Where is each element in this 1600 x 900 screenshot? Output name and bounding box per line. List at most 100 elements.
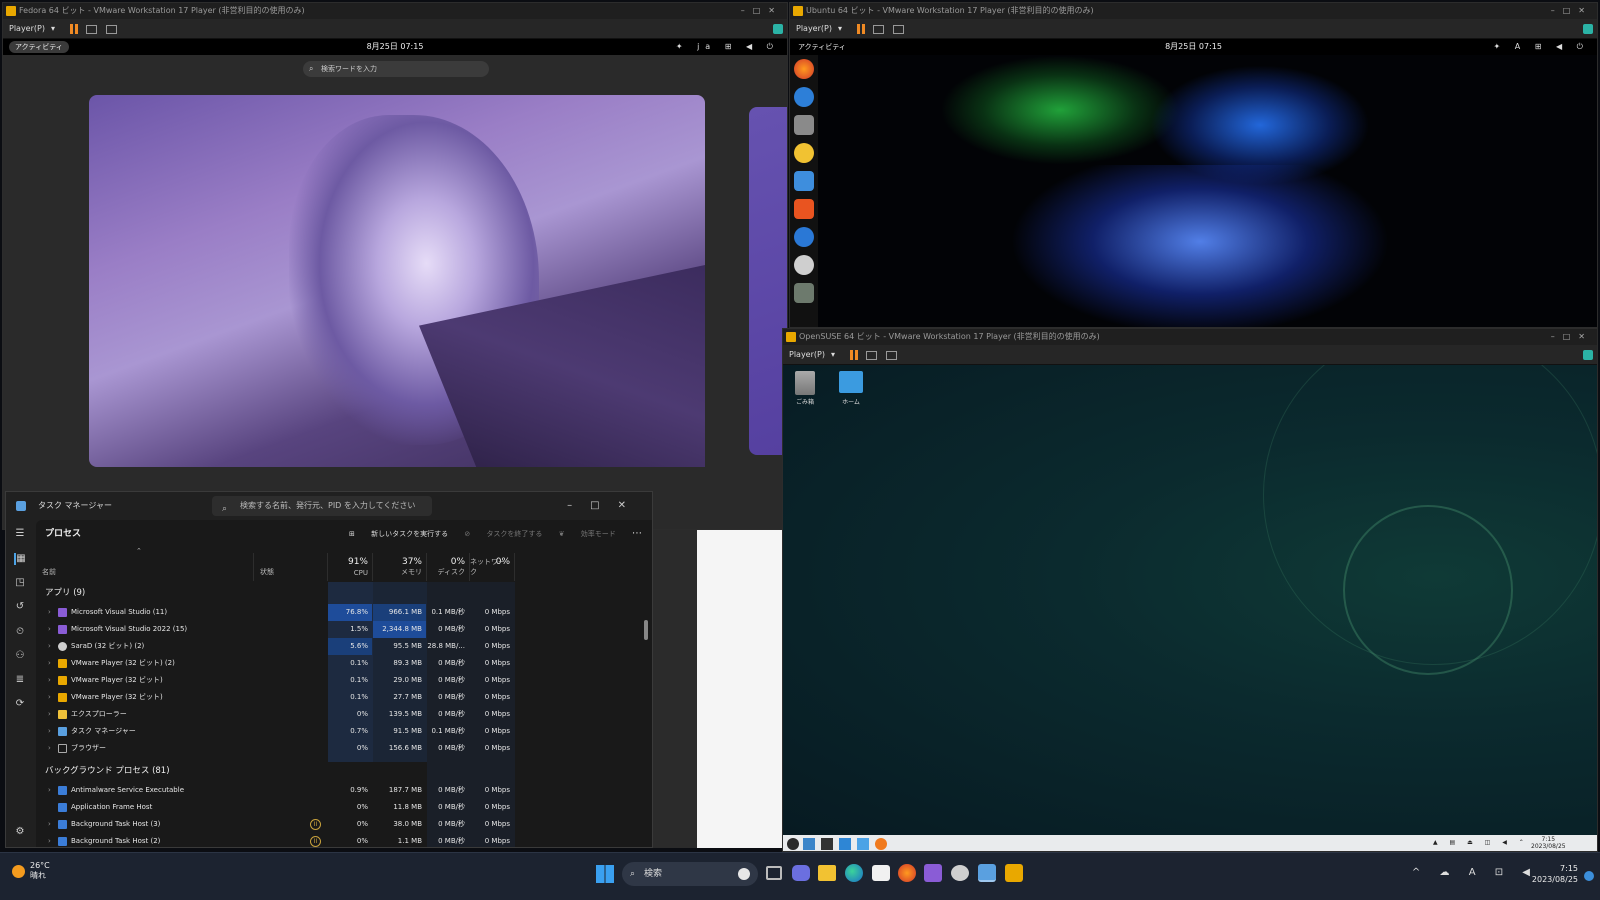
performance-nav-icon[interactable]: ◳ bbox=[14, 577, 26, 589]
taskbar-search-box[interactable]: ⌕ 検索 bbox=[622, 862, 758, 886]
ubuntu-vm-window[interactable]: Ubuntu 64 ビット - VMware Workstation 17 Pl… bbox=[789, 2, 1598, 328]
expand-chevron-icon[interactable]: › bbox=[48, 833, 51, 847]
process-row[interactable]: › SaraD (32 ビット) (2) 5.6% 95.5 MB 28.8 M… bbox=[36, 638, 640, 655]
window-controls[interactable]: –□✕ bbox=[567, 492, 644, 520]
opensuse-vm-window[interactable]: OpenSUSE 64 ビット - VMware Workstation 17 … bbox=[782, 328, 1598, 852]
pause-icon[interactable] bbox=[69, 24, 78, 34]
send-ctrl-alt-del-icon[interactable] bbox=[873, 24, 885, 34]
dolphin-icon[interactable] bbox=[857, 838, 869, 850]
fedora-lang[interactable]: ja bbox=[697, 42, 716, 51]
details-nav-icon[interactable]: ≣ bbox=[14, 674, 26, 686]
activities-button[interactable]: アクティビティ bbox=[9, 41, 69, 53]
unity-icon[interactable] bbox=[773, 24, 783, 34]
visual-studio-icon[interactable] bbox=[924, 864, 942, 882]
task-manager-title-bar[interactable]: タスク マネージャー ⌕ 検索する名前、発行元、PID を入力してください –□… bbox=[6, 492, 652, 520]
window-controls[interactable]: –□✕ bbox=[741, 3, 783, 19]
network-icon[interactable]: ⊡ bbox=[1495, 867, 1511, 878]
kde-launcher-icon[interactable] bbox=[787, 838, 799, 850]
settings-gear-icon[interactable]: ⚙ bbox=[14, 826, 26, 838]
opensuse-title-bar[interactable]: OpenSUSE 64 ビット - VMware Workstation 17 … bbox=[783, 329, 1597, 345]
efficiency-mode-button[interactable]: ❦ 効率モード bbox=[559, 530, 616, 538]
process-row[interactable]: › VMware Player (32 ビット) (2) 0.1% 89.3 M… bbox=[36, 655, 640, 672]
app-center-icon[interactable] bbox=[794, 199, 814, 219]
chevron-down-icon[interactable]: ▾ bbox=[51, 19, 55, 39]
chevron-down-icon[interactable]: ▾ bbox=[838, 19, 842, 39]
send-ctrl-alt-del-icon[interactable] bbox=[866, 350, 878, 360]
task-view-icon[interactable] bbox=[766, 866, 782, 880]
desktop-pager-icon[interactable] bbox=[803, 838, 815, 850]
window-controls[interactable]: –□✕ bbox=[1551, 329, 1593, 345]
process-row[interactable]: › VMware Player (32 ビット) 0.1% 27.7 MB 0 … bbox=[36, 689, 640, 706]
services-nav-icon[interactable]: ⟳ bbox=[14, 698, 26, 710]
expand-chevron-icon[interactable]: › bbox=[48, 621, 51, 638]
firefox-icon[interactable] bbox=[898, 864, 916, 882]
process-row[interactable]: › エクスプローラー 0% 139.5 MB 0 MB/秒 0 Mbps bbox=[36, 706, 640, 723]
fedora-clock[interactable]: 8月25日 07:15 bbox=[367, 39, 424, 55]
expand-chevron-icon[interactable]: › bbox=[48, 740, 51, 757]
disc-icon[interactable] bbox=[794, 255, 814, 275]
fullscreen-icon[interactable] bbox=[892, 24, 904, 34]
activities-button[interactable]: アクティビティ bbox=[798, 39, 846, 55]
startup-apps-nav-icon[interactable]: ⏲ bbox=[14, 626, 26, 638]
window-controls[interactable]: –□✕ bbox=[1551, 3, 1593, 19]
process-row[interactable]: › ブラウザー 0% 156.6 MB 0 MB/秒 0 Mbps bbox=[36, 740, 640, 757]
writer-icon[interactable] bbox=[794, 171, 814, 191]
run-new-task-button[interactable]: ⊞ 新しいタスクを実行する bbox=[349, 530, 448, 538]
weather-widget[interactable]: 26°C 晴れ bbox=[12, 861, 50, 881]
processes-nav-icon[interactable]: ▦ bbox=[14, 553, 26, 565]
chevron-down-icon[interactable]: ▾ bbox=[831, 345, 835, 365]
sarad-icon[interactable] bbox=[951, 865, 969, 881]
name-column-header[interactable]: ⌃ 名前 bbox=[36, 547, 254, 581]
ime-indicator[interactable]: A bbox=[1469, 867, 1484, 878]
player-menu[interactable]: Player(P) bbox=[796, 19, 832, 39]
expand-chevron-icon[interactable]: › bbox=[48, 782, 51, 799]
expand-chevron-icon[interactable]: › bbox=[48, 604, 51, 621]
overview-search-input[interactable]: ⌕ 検索ワードを入力 bbox=[303, 61, 489, 77]
cpu-column-header[interactable]: 91% CPU bbox=[328, 553, 373, 581]
expand-chevron-icon[interactable]: › bbox=[48, 672, 51, 689]
file-explorer-icon[interactable] bbox=[818, 865, 836, 881]
workspace-thumbnail-main[interactable] bbox=[89, 95, 705, 467]
pause-icon[interactable] bbox=[856, 24, 865, 34]
task-manager-window[interactable]: タスク マネージャー ⌕ 検索する名前、発行元、PID を入力してください –□… bbox=[5, 491, 653, 848]
ubuntu-clock[interactable]: 8月25日 07:15 bbox=[1165, 39, 1222, 55]
pause-icon[interactable] bbox=[849, 350, 858, 360]
expand-chevron-icon[interactable]: › bbox=[48, 638, 51, 655]
process-row[interactable]: › Background Task Host (3) II 0% 38.0 MB… bbox=[36, 816, 640, 833]
discover-icon[interactable] bbox=[839, 838, 851, 850]
home-folder-icon[interactable] bbox=[839, 371, 863, 393]
start-windows-icon[interactable] bbox=[596, 865, 614, 883]
player-menu[interactable]: Player(P) bbox=[9, 19, 45, 39]
vmware-icon[interactable] bbox=[1005, 864, 1023, 882]
expand-chevron-icon[interactable]: › bbox=[48, 689, 51, 706]
network-column-header[interactable]: 0% ネットワーク bbox=[470, 553, 515, 581]
task-manager-icon[interactable] bbox=[978, 864, 996, 882]
ubuntu-lang[interactable]: A bbox=[1515, 42, 1526, 51]
process-search-input[interactable]: ⌕ 検索する名前、発行元、PID を入力してください bbox=[212, 496, 432, 516]
files-icon[interactable] bbox=[794, 115, 814, 135]
teams-chat-icon[interactable] bbox=[792, 865, 810, 881]
ms-store-icon[interactable] bbox=[872, 865, 890, 881]
process-row[interactable]: › Microsoft Visual Studio (11) 76.8% 966… bbox=[36, 604, 640, 621]
process-row[interactable]: › タスク マネージャー 0.7% 91.5 MB 0.1 MB/秒 0 Mbp… bbox=[36, 723, 640, 740]
trash-icon[interactable] bbox=[794, 283, 814, 303]
terminal-icon[interactable] bbox=[821, 838, 833, 850]
process-row[interactable]: › Antimalware Service Executable 0.9% 18… bbox=[36, 782, 640, 799]
thunderbird-icon[interactable] bbox=[794, 87, 814, 107]
app-history-nav-icon[interactable]: ↺ bbox=[14, 601, 26, 613]
fedora-system-tray[interactable]: ✦ ja ⊞ ◀ ⏻ bbox=[676, 39, 779, 55]
notification-badge-icon[interactable] bbox=[1584, 871, 1594, 881]
onedrive-icon[interactable]: ☁ bbox=[1440, 867, 1458, 878]
expand-chevron-icon[interactable]: › bbox=[48, 723, 51, 740]
process-row[interactable]: Application Frame Host 0% 11.8 MB 0 MB/秒… bbox=[36, 799, 640, 816]
unity-icon[interactable] bbox=[1583, 24, 1593, 34]
disk-column-header[interactable]: 0% ディスク bbox=[427, 553, 470, 581]
opensuse-clock[interactable]: 7:15 2023/08/25 bbox=[1531, 836, 1566, 850]
fedora-title-bar[interactable]: Fedora 64 ビット - VMware Workstation 17 Pl… bbox=[3, 3, 787, 19]
opensuse-tray[interactable]: ▲ ▤ ⏏ ◫ ◀ ⌃ bbox=[1433, 839, 1529, 846]
taskbar-clock[interactable]: 7:15 2023/08/25 bbox=[1532, 863, 1578, 885]
system-tray[interactable]: ^ ☁ A ⊡ ◀ bbox=[1412, 867, 1538, 878]
users-nav-icon[interactable]: ⚇ bbox=[14, 650, 26, 662]
memory-column-header[interactable]: 37% メモリ bbox=[373, 553, 427, 581]
help-icon[interactable] bbox=[794, 227, 814, 247]
